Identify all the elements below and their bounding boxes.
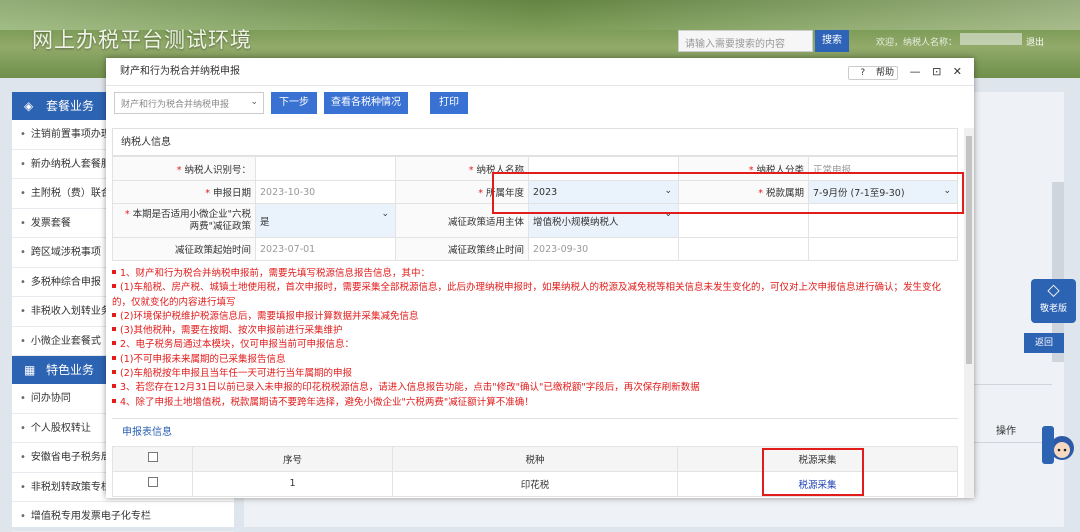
- taxpayer-info-title: 纳税人信息: [112, 128, 958, 156]
- row-number: 1: [192, 470, 393, 497]
- operate-column-header: 操作: [996, 426, 1016, 437]
- row-select-cell: [112, 470, 193, 497]
- notice-item: 2、电子税务局通过本模块，仅可申报当前可申报信息：: [112, 338, 958, 352]
- declare-date-label: * 申报日期: [112, 180, 256, 204]
- form-select[interactable]: 财产和行为税合并纳税申报 ⌄: [114, 92, 264, 114]
- user-name-redacted: [960, 33, 1022, 45]
- highlight-box-collect: [762, 448, 864, 496]
- notice-item: 3、若您存在12月31日以前已录入未申报的印花税税源信息，请进入信息报告功能，点…: [112, 381, 958, 395]
- chevron-down-icon: ⌄: [381, 209, 389, 219]
- select-all-checkbox[interactable]: [147, 452, 158, 463]
- policy-end-value: 2023-09-30: [528, 237, 679, 261]
- back-button[interactable]: 返回: [1024, 333, 1064, 353]
- cube-icon: ◈: [24, 99, 34, 113]
- taxpayer-id-value: [255, 156, 396, 181]
- policy-end-label: 减征政策终止时间: [395, 237, 529, 261]
- view-tax-status-button[interactable]: 查看各税种情况: [324, 92, 408, 114]
- search-input[interactable]: 请输入需要搜索的内容: [678, 30, 813, 52]
- declare-date-value: 2023-10-30: [255, 180, 396, 204]
- dialog-controls: ? 帮助 — ⊡ ✕: [840, 58, 962, 87]
- print-button[interactable]: 打印: [430, 92, 468, 114]
- search-button[interactable]: 搜索: [815, 30, 849, 52]
- elderly-mode-button[interactable]: ◇ 敬老版: [1031, 279, 1076, 323]
- notice-item: 1、财产和行为税合并纳税申报前，需要先填写税源信息报告信息，其中：: [112, 267, 958, 281]
- dialog-titlebar: 财产和行为税合并纳税申报 ? 帮助 — ⊡ ✕: [106, 58, 974, 86]
- chevron-down-icon: ⌄: [250, 97, 258, 107]
- highlight-box-period: [492, 172, 964, 214]
- notice-item: 4、除了申报土地增值税，税款属期请不要跨年选择，避免小微企业"六税两费"减征额计…: [112, 396, 958, 410]
- mascot-icon[interactable]: [1040, 420, 1076, 470]
- taxpayer-id-label: * 纳税人识别号：: [112, 156, 256, 181]
- dialog-toolbar: 财产和行为税合并纳税申报 ⌄ 下一步 查看各税种情况 打印: [106, 86, 974, 120]
- six-tax-select[interactable]: 是 ⌄: [255, 203, 396, 238]
- row-checkbox[interactable]: [147, 477, 158, 488]
- dialog-title: 财产和行为税合并纳税申报: [120, 66, 240, 77]
- policy-start-label: 减征政策起始时间: [112, 237, 256, 261]
- user-greeting: 欢迎，纳税人名称：: [876, 38, 958, 48]
- row-tax-type: 印花税: [392, 470, 678, 497]
- question-icon: ?: [860, 68, 866, 78]
- grid-icon: ▦: [24, 363, 36, 377]
- next-step-button[interactable]: 下一步: [271, 92, 317, 114]
- column-header: 序号: [192, 445, 393, 472]
- sidebar-item[interactable]: 增值税专用发票电子化专栏: [12, 502, 234, 532]
- select-all-cell: [112, 445, 193, 472]
- maximize-icon[interactable]: ⊡: [932, 65, 941, 78]
- minimize-icon[interactable]: —: [910, 65, 921, 78]
- declaration-table-title: 申报表信息: [112, 417, 958, 446]
- policy-start-value: 2023-07-01: [255, 237, 396, 261]
- notice-item: (2)车船税按年申报且当年任一天可进行当年属期的申报: [112, 367, 958, 381]
- six-tax-label: * 本期是否适用小微企业"六税两费"减征政策: [112, 203, 256, 238]
- tax-declaration-dialog: 财产和行为税合并纳税申报 ? 帮助 — ⊡ ✕ 财产和行为税合并纳税申报 ⌄ 下一…: [106, 58, 974, 498]
- dialog-scrollbar[interactable]: [964, 128, 974, 498]
- notice-list: 1、财产和行为税合并纳税申报前，需要先填写税源信息报告信息，其中： (1)车船税…: [112, 267, 958, 410]
- notice-item: (2)环境保护税维护税源信息后，需要填报申报计算数据并采集减免信息: [112, 310, 958, 324]
- help-button[interactable]: ? 帮助: [848, 66, 899, 80]
- notice-item: (3)其他税种，需要在按期、按次申报前进行采集维护: [112, 324, 958, 338]
- scrollbar-thumb[interactable]: [966, 136, 972, 364]
- diamond-icon: ◇: [1047, 280, 1060, 299]
- logout-link[interactable]: 退出: [1026, 35, 1044, 48]
- notice-item: (1)车船税、房产税、城镇土地使用税，首次申报时，需要采集全部税源信息，此后办理…: [112, 282, 941, 308]
- site-title: 网上办税平台测试环境: [32, 28, 252, 52]
- notice-item: (1)不可申报未来属期的已采集报告信息: [112, 353, 958, 367]
- column-header: 税种: [392, 445, 678, 472]
- close-icon[interactable]: ✕: [953, 65, 962, 78]
